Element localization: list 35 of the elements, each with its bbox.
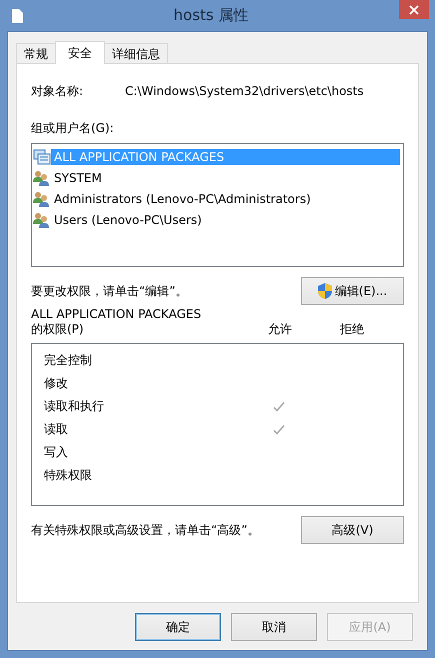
advanced-button[interactable]: 高级(V) — [301, 516, 404, 544]
close-button[interactable] — [399, 0, 429, 19]
shield-icon — [318, 283, 332, 299]
object-path: C:\Windows\System32\drivers\etc\hosts — [125, 84, 364, 98]
tab[interactable]: 常规 — [16, 43, 56, 63]
window-title: hosts 属性 — [172, 6, 250, 25]
user-group-icon — [33, 170, 51, 186]
dialog-button[interactable]: 确定 — [135, 613, 221, 641]
tab[interactable]: 详细信息 — [104, 43, 168, 63]
user-group-icon — [33, 190, 51, 206]
close-icon — [409, 4, 419, 14]
column-header: 允许 — [267, 320, 293, 338]
dialog-button[interactable]: 取消 — [231, 613, 317, 641]
edit-button[interactable]: 编辑(E)... — [301, 277, 404, 305]
permissions-label: 的权限(P) — [31, 320, 85, 338]
app-packages-icon — [33, 148, 51, 164]
permission-name: 完全控制 — [44, 352, 93, 369]
object-name-label: 对象名称: — [31, 82, 84, 100]
permission-name: 特殊权限 — [44, 467, 93, 484]
user-group-icon — [33, 212, 51, 228]
advanced-hint: 有关特殊权限或高级设置，请单击“高级”。 — [31, 522, 260, 538]
tab[interactable]: 安全 — [55, 41, 105, 64]
user-group-item[interactable]: Users (Lenovo-PC\Users) — [51, 212, 205, 228]
edit-hint: 要更改权限，请单击“编辑”。 — [31, 282, 188, 300]
permission-name: 写入 — [44, 444, 69, 461]
permission-name: 读取 — [44, 421, 69, 438]
groups-label: 组或用户名(G): — [31, 120, 115, 137]
column-header: 拒绝 — [339, 320, 365, 338]
permissions-title: ALL APPLICATION PACKAGES — [31, 307, 202, 321]
permission-name: 修改 — [44, 375, 69, 392]
document-icon — [12, 8, 23, 22]
users-list[interactable]: ALL APPLICATION PACKAGES SYSTEM Administrators (Lenovo-PC\Administrators) Users (Lenovo-PC\Users) — [31, 143, 404, 267]
permission-name: 读取和执行 — [44, 398, 105, 415]
user-group-item[interactable]: SYSTEM — [51, 170, 105, 186]
user-group-item[interactable]: Administrators (Lenovo-PC\Administrators) — [51, 190, 314, 206]
